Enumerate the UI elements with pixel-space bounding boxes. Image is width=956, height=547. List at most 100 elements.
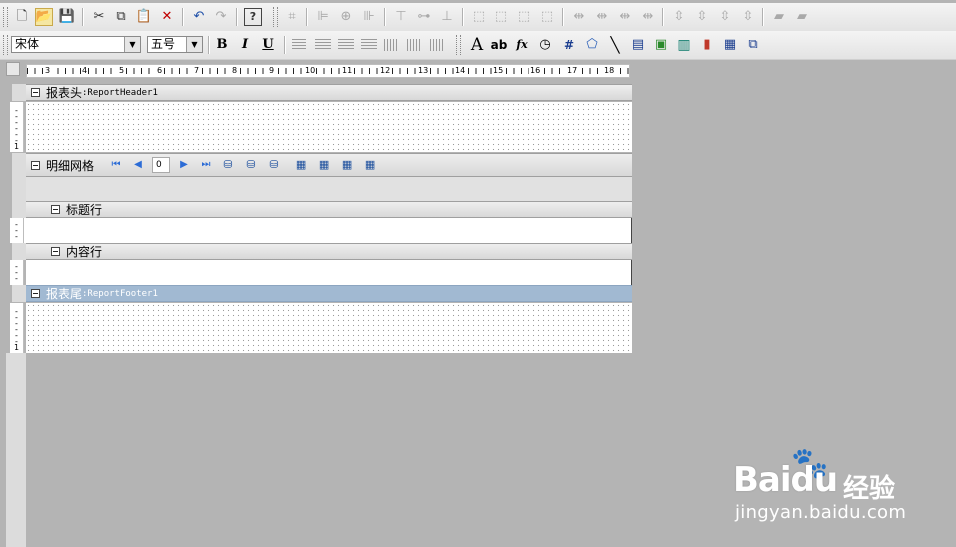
- italic-button[interactable]: I: [238, 37, 252, 53]
- send-to-back-icon[interactable]: ▰: [793, 8, 811, 26]
- free-grid-icon[interactable]: ▦: [721, 36, 739, 54]
- vertical-ruler: ------1: [10, 303, 24, 353]
- chevron-down-icon[interactable]: ▼: [124, 37, 140, 52]
- content-row-band[interactable]: 内容行: [26, 243, 632, 260]
- data-field-icon[interactable]: ⛁: [243, 157, 259, 173]
- page-number-icon[interactable]: #: [560, 36, 578, 54]
- h-spacing-increase-icon[interactable]: ⇹: [593, 8, 611, 26]
- v-spacing-increase-icon[interactable]: ⇳: [693, 8, 711, 26]
- text-align-left-icon[interactable]: [292, 39, 306, 51]
- bring-to-front-icon[interactable]: ▰: [770, 8, 788, 26]
- v-spacing-decrease-icon[interactable]: ⇳: [716, 8, 734, 26]
- same-width-icon[interactable]: ⬚: [470, 8, 488, 26]
- redo-icon[interactable]: ↷: [212, 8, 230, 26]
- new-icon[interactable]: 🗋: [13, 8, 31, 26]
- toolbar-grip[interactable]: [456, 35, 461, 55]
- sub-report-icon[interactable]: ⧉: [744, 36, 762, 54]
- grid-row-icon[interactable]: ▦: [316, 157, 332, 173]
- same-height-icon[interactable]: ⬚: [492, 8, 510, 26]
- font-size-select[interactable]: 五号 ▼: [147, 36, 203, 53]
- grid-cell-icon[interactable]: ▦: [339, 157, 355, 173]
- band-selector[interactable]: [12, 84, 26, 101]
- picture-icon[interactable]: ▣: [652, 36, 670, 54]
- text-align-center-icon[interactable]: [315, 39, 331, 51]
- collapse-icon[interactable]: [51, 247, 60, 256]
- chevron-down-icon[interactable]: ▼: [186, 37, 202, 52]
- band-selector[interactable]: [12, 243, 26, 260]
- static-text-tool-icon[interactable]: A: [468, 36, 486, 54]
- v-spacing-remove-icon[interactable]: ⇳: [739, 8, 757, 26]
- align-top-icon[interactable]: ⊤: [392, 8, 410, 26]
- title-row-area[interactable]: [26, 218, 632, 243]
- collapse-icon[interactable]: [31, 289, 40, 298]
- barcode-icon[interactable]: ▥: [675, 36, 693, 54]
- detail-grid-band[interactable]: 明细网格 ⏮ ◀ 0 ▶ ⏭ ⛁ ⛁ ⛁ ▦ ▦ ▦ ▦: [26, 153, 632, 177]
- collapse-icon[interactable]: [51, 205, 60, 214]
- rich-text-icon[interactable]: ▤: [629, 36, 647, 54]
- copy-icon[interactable]: ⧉: [112, 8, 130, 26]
- first-record-icon[interactable]: ⏮: [108, 157, 124, 173]
- bold-button[interactable]: B: [215, 37, 229, 53]
- ruler-corner[interactable]: [6, 62, 20, 76]
- undo-icon[interactable]: ↶: [190, 8, 208, 26]
- collapse-icon[interactable]: [31, 160, 40, 170]
- align-to-grid-icon[interactable]: ⌗: [283, 8, 301, 26]
- report-footer-area[interactable]: [26, 303, 632, 353]
- font-name-select[interactable]: 宋体 ▼: [11, 36, 141, 53]
- toolbar-grip[interactable]: [3, 7, 8, 27]
- h-spacing-remove-icon[interactable]: ⇹: [639, 8, 657, 26]
- same-size-icon[interactable]: ⬚: [515, 8, 533, 26]
- align-middle-icon[interactable]: ⊶: [415, 8, 433, 26]
- clock-icon[interactable]: ◷: [536, 36, 554, 54]
- record-index-input[interactable]: 0: [152, 157, 171, 173]
- grid-column-icon[interactable]: ▦: [293, 157, 309, 173]
- report-header-area[interactable]: [26, 102, 632, 152]
- ruler-number: 16: [529, 65, 542, 77]
- toolbar-grip[interactable]: [273, 7, 278, 27]
- report-header-band[interactable]: 报表头:ReportHeader1: [26, 84, 632, 101]
- open-icon[interactable]: 📂: [35, 8, 53, 26]
- h-spacing-decrease-icon[interactable]: ⇹: [616, 8, 634, 26]
- title-row-band[interactable]: 标题行: [26, 201, 632, 218]
- paste-icon[interactable]: 📋: [135, 8, 153, 26]
- chart-icon[interactable]: ▮: [698, 36, 716, 54]
- cut-icon[interactable]: ✂: [90, 8, 108, 26]
- font-size-value: 五号: [151, 37, 176, 51]
- delete-icon[interactable]: ✕: [158, 8, 176, 26]
- align-bottom-icon[interactable]: ⊥: [438, 8, 456, 26]
- shape-tool-icon[interactable]: ⬠: [583, 36, 601, 54]
- text-justify-icon[interactable]: [361, 39, 377, 51]
- report-footer-band[interactable]: 报表尾:ReportFooter1: [26, 285, 632, 302]
- detail-grid-area[interactable]: [26, 177, 632, 201]
- data-filter-icon[interactable]: ⛁: [266, 157, 282, 173]
- toolbar-grip[interactable]: [3, 35, 8, 55]
- grid-layout-icon[interactable]: ▦: [362, 157, 378, 173]
- band-selector[interactable]: [12, 285, 26, 302]
- save-icon[interactable]: 💾: [58, 8, 76, 26]
- prev-record-icon[interactable]: ◀: [130, 157, 146, 173]
- edit-text-tool-icon[interactable]: ab: [490, 36, 508, 54]
- data-source-icon[interactable]: ⛁: [220, 157, 236, 173]
- text-valign-bottom-icon[interactable]: [430, 39, 444, 51]
- last-record-icon[interactable]: ⏭: [198, 157, 214, 173]
- separator: [662, 8, 664, 26]
- text-valign-middle-icon[interactable]: [407, 39, 421, 51]
- text-valign-top-icon[interactable]: [384, 39, 398, 51]
- align-right-icon[interactable]: ⊪: [360, 8, 378, 26]
- band-selector[interactable]: [12, 153, 26, 218]
- collapse-icon[interactable]: [31, 88, 40, 97]
- h-spacing-equal-icon[interactable]: ⇹: [570, 8, 588, 26]
- v-spacing-equal-icon[interactable]: ⇳: [670, 8, 688, 26]
- size-to-grid-icon[interactable]: ⬚: [538, 8, 556, 26]
- help-icon[interactable]: ?: [244, 8, 262, 26]
- line-tool-icon[interactable]: ╲: [606, 36, 624, 54]
- separator: [762, 8, 764, 26]
- text-align-right-icon[interactable]: [338, 39, 354, 51]
- underline-button[interactable]: U: [261, 37, 275, 53]
- next-record-icon[interactable]: ▶: [176, 157, 192, 173]
- content-row-area[interactable]: [26, 260, 632, 285]
- align-center-icon[interactable]: ⊕: [337, 8, 355, 26]
- formula-tool-icon[interactable]: fx: [513, 36, 531, 54]
- band-component-name: :ReportHeader1: [82, 87, 158, 98]
- align-left-icon[interactable]: ⊫: [314, 8, 332, 26]
